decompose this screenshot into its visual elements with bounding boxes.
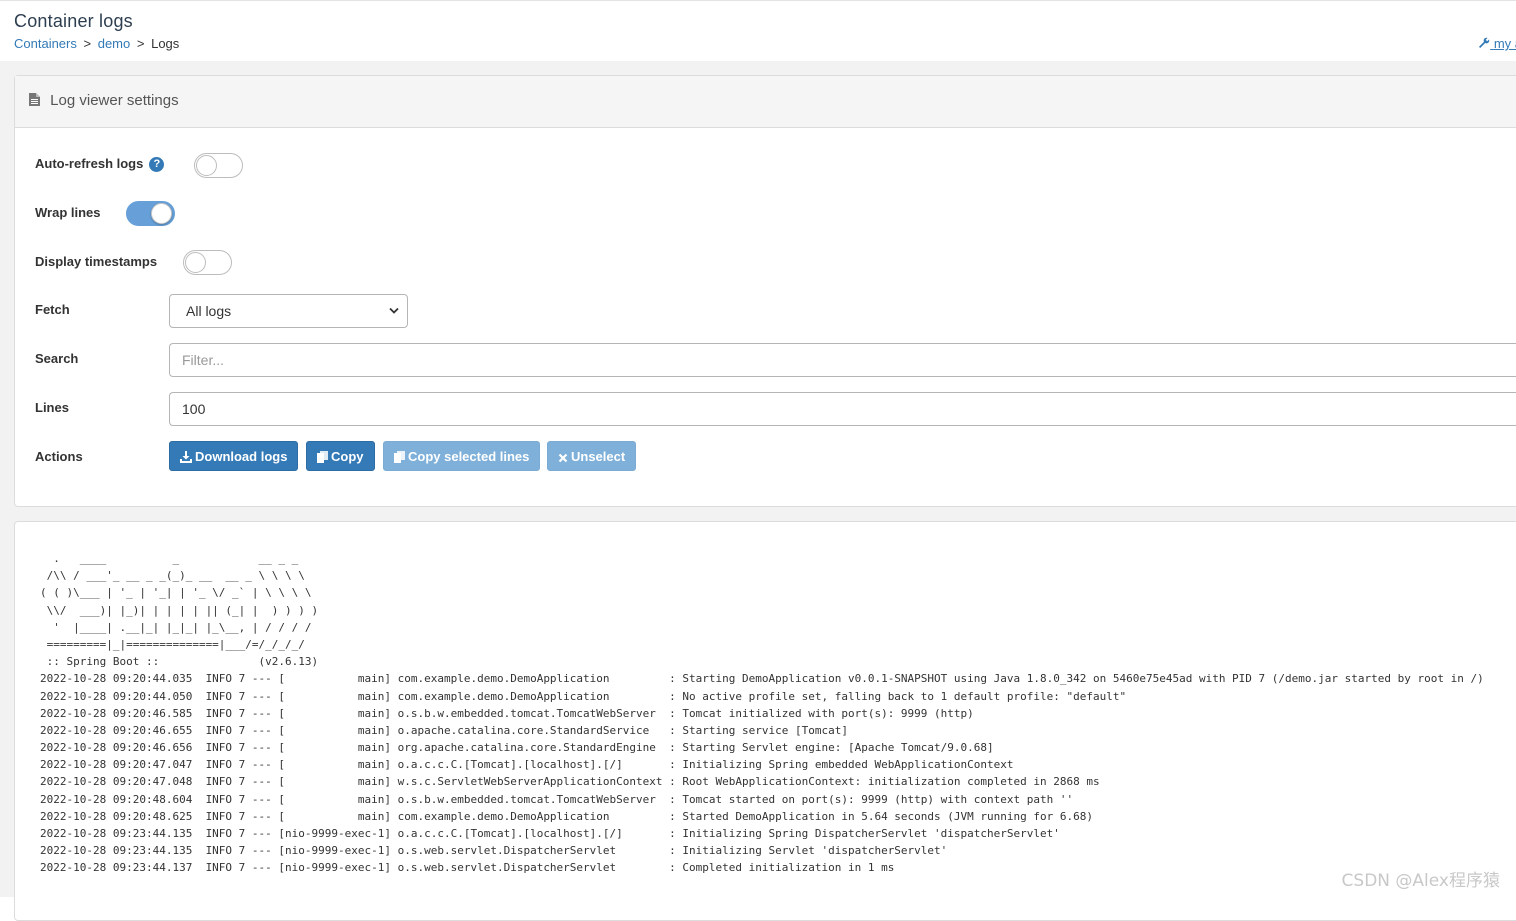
unselect-button[interactable]: Unselect xyxy=(547,441,636,471)
top-header: Container logs Containers > demo > Logs … xyxy=(0,0,1516,61)
breadcrumb: Containers > demo > Logs xyxy=(14,36,179,51)
search-placeholder: Filter... xyxy=(182,352,224,368)
log-line[interactable]: ' |____| .__|_| |_|_| |_\__, | / / / / xyxy=(40,619,1484,636)
breadcrumb-link-containers[interactable]: Containers xyxy=(14,36,77,51)
breadcrumb-separator: > xyxy=(134,36,148,51)
auto-refresh-toggle[interactable] xyxy=(194,153,243,178)
log-line[interactable]: 2022-10-28 09:20:44.050 INFO 7 --- [ mai… xyxy=(40,688,1484,705)
log-line[interactable]: 2022-10-28 09:20:46.656 INFO 7 --- [ mai… xyxy=(40,739,1484,756)
log-line[interactable]: 2022-10-28 09:20:47.047 INFO 7 --- [ mai… xyxy=(40,756,1484,773)
toggle-knob xyxy=(151,203,172,224)
log-line[interactable]: 2022-10-28 09:20:47.048 INFO 7 --- [ mai… xyxy=(40,773,1484,790)
copy-selected-lines-button[interactable]: Copy selected lines xyxy=(383,441,540,471)
log-viewer-settings-panel: Log viewer settings Auto-refresh logs? W… xyxy=(14,75,1516,507)
panel-header: Log viewer settings xyxy=(15,76,1516,128)
file-icon xyxy=(29,93,40,106)
copy-selected-lines-label: Copy selected lines xyxy=(408,449,529,464)
fetch-select[interactable]: All logs xyxy=(169,294,408,328)
help-icon[interactable]: ? xyxy=(149,157,164,172)
log-line[interactable]: ( ( )\___ | '_ | '_| | '_ \/ _` | \ \ \ … xyxy=(40,584,1484,601)
log-line[interactable]: 2022-10-28 09:23:44.137 INFO 7 --- [nio-… xyxy=(40,859,1484,876)
actions-label: Actions xyxy=(35,449,83,464)
account-link[interactable]: my a xyxy=(1478,36,1516,51)
log-line[interactable]: 2022-10-28 09:23:44.135 INFO 7 --- [nio-… xyxy=(40,825,1484,842)
close-icon xyxy=(558,453,568,463)
log-line[interactable]: . ____ _ __ _ _ xyxy=(40,550,1484,567)
download-logs-button[interactable]: Download logs xyxy=(169,441,298,471)
auto-refresh-label: Auto-refresh logs? xyxy=(35,156,164,172)
log-line[interactable]: 2022-10-28 09:20:48.625 INFO 7 --- [ mai… xyxy=(40,808,1484,825)
lines-label: Lines xyxy=(35,400,69,415)
copy-button[interactable]: Copy xyxy=(306,441,375,471)
lines-input[interactable]: 100 xyxy=(169,392,1516,426)
page-title: Container logs xyxy=(14,11,133,32)
fetch-select-value: All logs xyxy=(186,303,231,319)
log-output: . ____ _ __ _ _ /\\ / ___'_ __ _ _(_)_ _… xyxy=(40,550,1484,877)
download-logs-label: Download logs xyxy=(195,449,287,464)
log-line[interactable]: 2022-10-28 09:20:46.655 INFO 7 --- [ mai… xyxy=(40,722,1484,739)
panel-title: Log viewer settings xyxy=(50,92,178,109)
log-line[interactable]: 2022-10-28 09:20:44.035 INFO 7 --- [ mai… xyxy=(40,670,1484,687)
log-line[interactable]: =========|_|==============|___/=/_/_/_/ xyxy=(40,636,1484,653)
copy-icon xyxy=(317,451,328,463)
auto-refresh-label-text: Auto-refresh logs xyxy=(35,156,143,171)
log-line[interactable]: /\\ / ___'_ __ _ _(_)_ __ __ _ \ \ \ \ xyxy=(40,567,1484,584)
copy-label: Copy xyxy=(331,449,364,464)
wrench-icon xyxy=(1478,37,1490,49)
breadcrumb-current: Logs xyxy=(151,36,179,51)
breadcrumb-link-demo[interactable]: demo xyxy=(98,36,131,51)
search-input[interactable]: Filter... xyxy=(169,343,1516,377)
breadcrumb-separator: > xyxy=(81,36,95,51)
copy-icon xyxy=(394,451,405,463)
lines-input-value: 100 xyxy=(182,401,205,417)
download-icon xyxy=(180,451,192,463)
log-line[interactable]: \\/ ___)| |_)| | | | | || (_| | ) ) ) ) xyxy=(40,602,1484,619)
toggle-knob xyxy=(196,155,217,176)
log-line[interactable]: 2022-10-28 09:23:44.135 INFO 7 --- [nio-… xyxy=(40,842,1484,859)
display-timestamps-toggle[interactable] xyxy=(183,250,232,275)
chevron-down-icon xyxy=(389,307,399,315)
account-link-label: my a xyxy=(1494,36,1516,51)
fetch-label: Fetch xyxy=(35,302,70,317)
wrap-lines-toggle[interactable] xyxy=(126,201,175,226)
log-line[interactable]: :: Spring Boot :: (v2.6.13) xyxy=(40,653,1484,670)
search-label: Search xyxy=(35,351,78,366)
watermark: CSDN @Alex程序猿 xyxy=(1342,866,1500,891)
wrap-lines-label: Wrap lines xyxy=(35,205,101,220)
log-line[interactable]: 2022-10-28 09:20:48.604 INFO 7 --- [ mai… xyxy=(40,791,1484,808)
display-timestamps-label: Display timestamps xyxy=(35,254,157,269)
toggle-knob xyxy=(185,252,206,273)
unselect-label: Unselect xyxy=(571,449,625,464)
log-line[interactable]: 2022-10-28 09:20:46.585 INFO 7 --- [ mai… xyxy=(40,705,1484,722)
log-output-panel: . ____ _ __ _ _ /\\ / ___'_ __ _ _(_)_ _… xyxy=(14,521,1516,921)
